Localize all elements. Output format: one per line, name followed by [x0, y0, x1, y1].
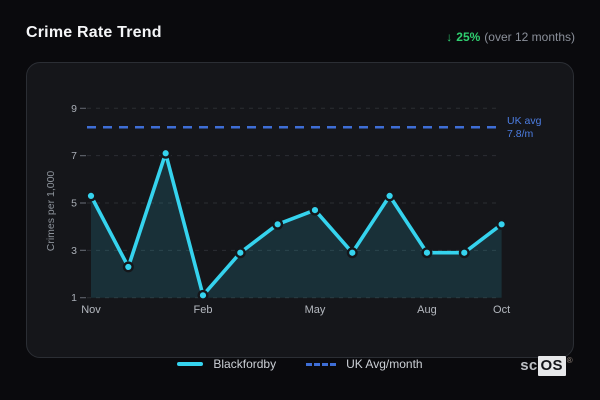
data-point[interactable]	[384, 190, 396, 202]
data-point[interactable]	[421, 247, 433, 259]
data-point[interactable]	[496, 218, 508, 230]
trend-percent: 25%	[456, 30, 481, 44]
uk-avg-label: UK avg	[507, 115, 542, 127]
y-tick-label: 3	[71, 245, 77, 257]
y-tick-label: 5	[71, 198, 77, 210]
chart-card: 1 3 5 7 9 Nov Feb May Aug Oct Crimes per 1,000 UK a…	[26, 62, 574, 358]
y-tick-label: 1	[71, 292, 77, 304]
trend-indicator: ↓ 25% (over 12 months)	[446, 30, 575, 44]
trend-caption: (over 12 months)	[484, 30, 575, 44]
x-tick-label: Feb	[193, 304, 212, 316]
data-point[interactable]	[309, 204, 321, 216]
data-point[interactable]	[197, 289, 209, 301]
y-tick-label: 7	[71, 150, 77, 162]
legend-item-blackfordby[interactable]: Blackfordby	[177, 357, 276, 371]
x-tick-label: Aug	[417, 304, 437, 316]
chart-canvas: 1 3 5 7 9 Nov Feb May Aug Oct Crimes per 1,000 UK a…	[45, 103, 542, 316]
data-point[interactable]	[458, 247, 470, 259]
dashed-line-swatch	[306, 362, 337, 366]
down-arrow-icon: ↓	[446, 30, 453, 44]
legend-item-uk-avg[interactable]: UK Avg/month	[306, 357, 423, 371]
y-tick-label: 9	[71, 103, 77, 115]
scos-logo: sc OS ®	[520, 356, 573, 376]
area-fill	[91, 153, 502, 298]
chart-legend: Blackfordby UK Avg/month	[0, 355, 600, 373]
data-point[interactable]	[122, 261, 134, 273]
registered-mark: ®	[566, 356, 573, 365]
x-axis-labels: Nov Feb May Aug Oct	[81, 304, 510, 316]
solid-line-swatch	[177, 362, 204, 366]
x-tick-label: Nov	[81, 304, 101, 316]
x-tick-label: Oct	[493, 304, 510, 316]
data-point[interactable]	[272, 218, 284, 230]
data-point[interactable]	[346, 247, 358, 259]
y-axis-label: Crimes per 1,000	[45, 171, 57, 252]
x-tick-label: May	[305, 304, 326, 316]
page-title: Crime Rate Trend	[26, 24, 162, 41]
logo-text-os: OS	[537, 356, 566, 376]
uk-avg-value-label: 7.8/m	[507, 128, 534, 140]
data-point[interactable]	[160, 147, 172, 159]
legend-label: UK Avg/month	[346, 357, 423, 371]
data-point[interactable]	[234, 247, 246, 259]
data-point[interactable]	[85, 190, 97, 202]
logo-text-sc: sc	[520, 357, 538, 374]
legend-label: Blackfordby	[213, 357, 277, 371]
crime-rate-widget: Crime Rate Trend ↓ 25% (over 12 months) …	[0, 0, 600, 400]
